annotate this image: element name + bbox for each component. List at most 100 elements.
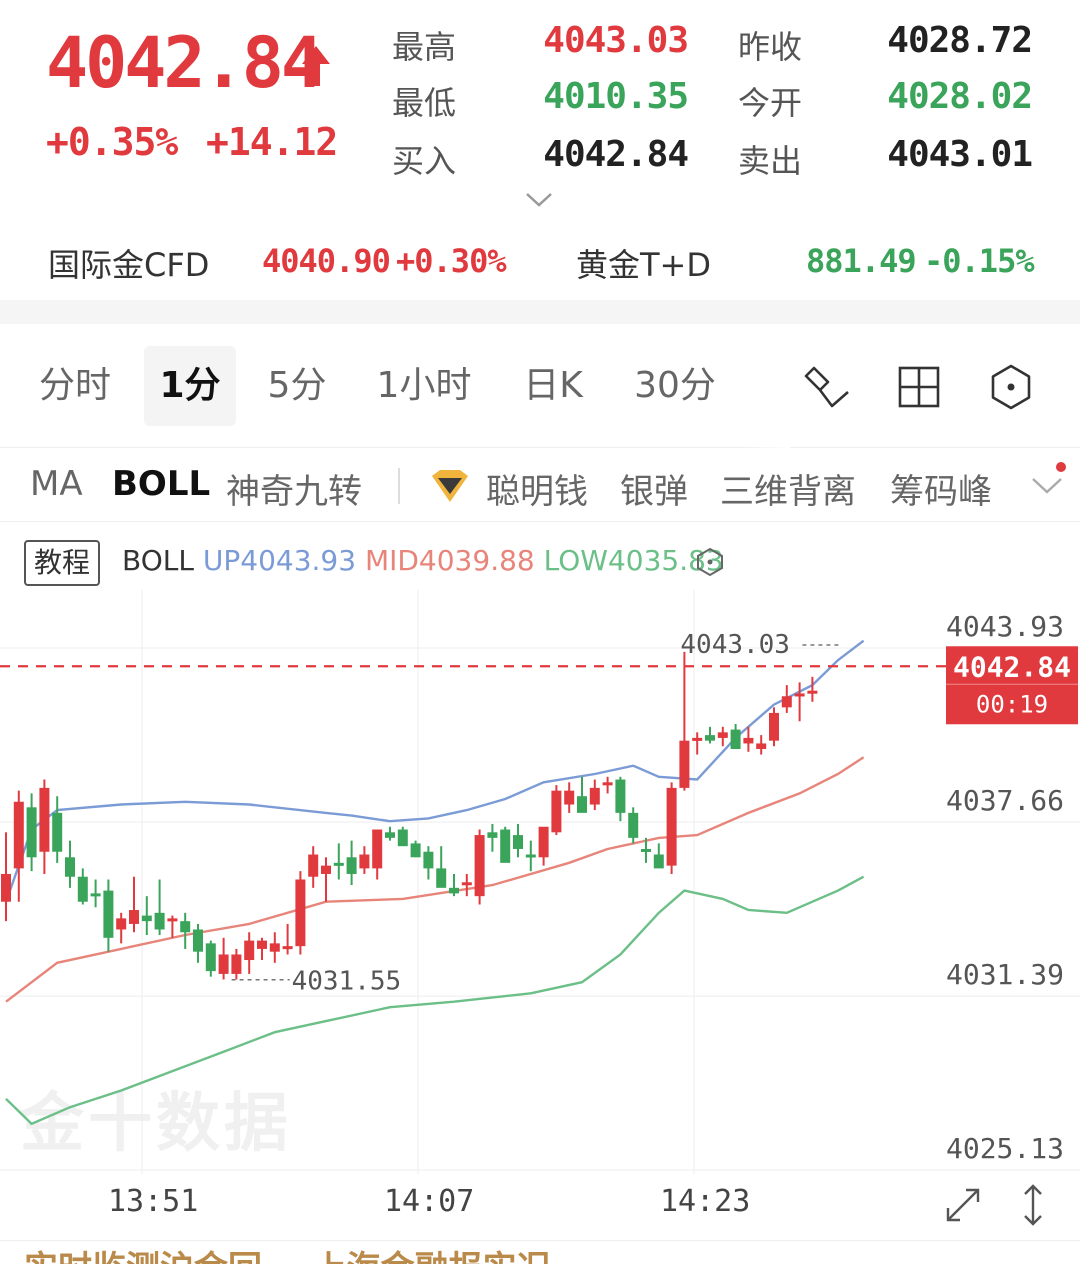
- candle-body: [781, 696, 792, 708]
- y-tick-label: 4031.39: [946, 958, 1064, 991]
- tab-1min[interactable]: 1分: [144, 346, 236, 426]
- candle-body: [180, 921, 191, 933]
- candle-body: [269, 943, 280, 952]
- candle-body: [730, 729, 741, 750]
- stat-value-high: 4043.03: [543, 20, 689, 61]
- chart-labels: 4043.93 4037.66 4031.39 4025.13 4042.84 00:19…: [0, 610, 1078, 1165]
- candle-body: [410, 843, 421, 858]
- news-ticker[interactable]: 实时监测沪金回... 上海金融报实况: [0, 1240, 1080, 1264]
- candle-body: [193, 929, 203, 952]
- tab-5min[interactable]: 5分: [254, 346, 340, 426]
- candle-body: [641, 848, 651, 852]
- candle-body: [769, 712, 779, 741]
- candle-body: [423, 851, 434, 869]
- indicator-ma[interactable]: MA: [30, 464, 83, 504]
- indicator-boll[interactable]: BOLL: [112, 464, 210, 504]
- candle-body: [116, 918, 127, 930]
- candle-body: [692, 737, 703, 741]
- candle-body: [551, 790, 562, 833]
- candlestick-chart[interactable]: 4043.93 4037.66 4031.39 4025.13 4042.84 00:19…: [0, 590, 1080, 1180]
- candle-body: [628, 812, 639, 838]
- vertical-scale-icon[interactable]: [1010, 1180, 1056, 1230]
- current-price-value: 4042.84: [953, 650, 1071, 683]
- related-change-td: -0.15%: [924, 242, 1035, 280]
- candle-body: [577, 796, 587, 813]
- indicator-settings-icon[interactable]: [694, 546, 726, 578]
- chart-settings-icon[interactable]: [986, 362, 1036, 412]
- related-price-td: 881.49: [806, 242, 917, 280]
- candle-body: [1, 873, 11, 902]
- stat-label-bid: 买入: [392, 142, 457, 180]
- tab-1hour[interactable]: 1小时: [364, 346, 484, 426]
- tab-timeshare[interactable]: 分时: [26, 346, 124, 426]
- session-low-label: 4031.55: [292, 967, 402, 997]
- related-price-cfd: 4040.90: [262, 242, 391, 280]
- grid-layout-icon[interactable]: [894, 362, 944, 412]
- candle-body: [77, 876, 88, 902]
- tab-30min[interactable]: 30分: [620, 346, 730, 426]
- candle-body: [205, 943, 216, 972]
- candle-body: [231, 954, 242, 974]
- boll-up-value: UP4043.93: [202, 544, 357, 577]
- timeframe-bar: 分时 1分 5分 1小时 日K 30分: [0, 324, 1080, 448]
- candle-body: [474, 835, 485, 897]
- candle-body: [679, 740, 690, 788]
- stat-value-prev-close: 4028.72: [887, 20, 1033, 61]
- notification-dot: [1056, 462, 1066, 472]
- candle-body: [52, 812, 63, 852]
- candle-body: [90, 893, 101, 897]
- countdown-value: 00:19: [976, 690, 1048, 718]
- indicator-silver-bullet[interactable]: 银弹: [620, 464, 688, 513]
- candle-body: [295, 879, 306, 947]
- expand-chevron-icon[interactable]: [524, 188, 554, 210]
- related-change-cfd: +0.30%: [396, 242, 507, 280]
- candle-body: [129, 910, 139, 924]
- candle-body: [359, 854, 370, 869]
- candle-body: [257, 940, 267, 949]
- boll-mid-value: MID4039.88: [364, 544, 535, 577]
- diamond-vip-icon: [432, 470, 468, 502]
- candle-body: [372, 829, 383, 869]
- chevron-down-icon[interactable]: [1030, 472, 1064, 498]
- candle-body: [525, 854, 536, 858]
- candle-body: [385, 832, 395, 838]
- quote-panel: 4042.84 +0.35% +14.12 最高 4043.03 昨收 4028…: [0, 0, 1080, 300]
- candle-body: [449, 887, 459, 894]
- stat-label-open: 今开: [738, 84, 803, 122]
- candle-body: [487, 832, 498, 838]
- tutorial-button[interactable]: 教程: [24, 540, 100, 586]
- candle-body: [39, 787, 50, 852]
- related-quotes[interactable]: 国际金CFD 4040.90 +0.30% 黄金T+D 881.49 -0.15…: [0, 236, 1080, 286]
- indicator-legend: 教程 BOLL UP4043.93 MID4039.88 LOW4035.83: [0, 530, 1080, 590]
- candle-body: [756, 743, 767, 750]
- candle-body: [538, 826, 549, 858]
- time-label-1351: 13:51: [108, 1184, 199, 1219]
- stat-value-bid: 4042.84: [543, 134, 689, 175]
- draw-tool-icon[interactable]: [802, 362, 852, 412]
- news-headline: 实时监测沪金回... 上海金融报实况: [24, 1241, 551, 1264]
- candle-body: [589, 787, 600, 805]
- indicator-3d-divergence[interactable]: 三维背离: [720, 464, 856, 513]
- change-amount: +14.12: [206, 120, 338, 164]
- last-price: 4042.84: [46, 22, 323, 104]
- tab-daily[interactable]: 日K: [508, 346, 598, 426]
- candle-body: [807, 690, 818, 694]
- candle-body: [397, 829, 408, 847]
- candle-body: [346, 857, 357, 874]
- candle-body: [103, 890, 114, 938]
- time-label-1423: 14:23: [660, 1184, 751, 1219]
- y-tick-label: 4037.66: [946, 784, 1064, 817]
- section-divider: [0, 300, 1080, 324]
- candle-body: [705, 735, 715, 741]
- candle-body: [167, 918, 178, 922]
- indicator-smart-money[interactable]: 聪明钱: [486, 464, 588, 513]
- change-percent: +0.35%: [46, 120, 178, 164]
- candle-body: [564, 790, 575, 805]
- indicator-chip-peak[interactable]: 筹码峰: [890, 464, 992, 513]
- candle-body: [141, 915, 152, 922]
- candle-body: [666, 787, 677, 866]
- fullscreen-icon[interactable]: [940, 1180, 986, 1230]
- indicator-magic-nine[interactable]: 神奇九转: [226, 464, 362, 513]
- boll-up-line: [4, 639, 865, 903]
- tabs-fade: [740, 324, 790, 448]
